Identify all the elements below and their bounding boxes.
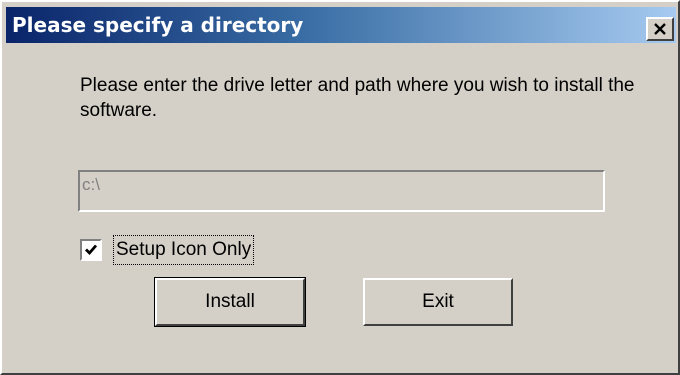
checkmark-icon	[85, 244, 98, 256]
setup-icon-only-label[interactable]: Setup Icon Only	[113, 235, 255, 265]
dialog-title: Please specify a directory	[12, 13, 304, 37]
setup-icon-only-checkbox[interactable]	[80, 239, 102, 261]
install-path-input[interactable]	[78, 170, 605, 212]
install-directory-dialog: Please specify a directory Please enter …	[0, 0, 680, 375]
close-button[interactable]	[646, 17, 674, 41]
instruction-text: Please enter the drive letter and path w…	[80, 75, 635, 121]
exit-button[interactable]: Exit	[363, 278, 513, 326]
install-button[interactable]: Install	[154, 277, 306, 327]
close-icon	[654, 23, 666, 35]
title-bar[interactable]: Please specify a directory	[6, 7, 676, 43]
